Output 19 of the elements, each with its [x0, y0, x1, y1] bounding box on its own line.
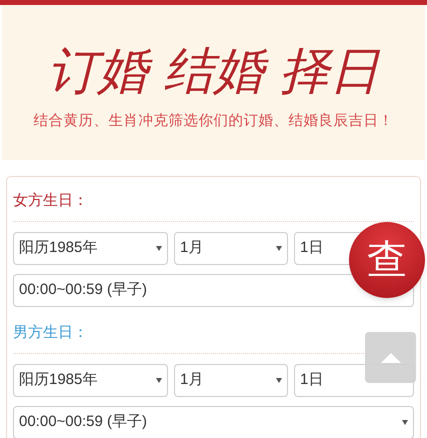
query-button[interactable]: 查: [349, 222, 425, 298]
select-value[interactable]: 1日: [300, 369, 324, 392]
birthday-label: 女方生日：: [13, 191, 89, 211]
caret-icon: [276, 246, 282, 251]
caret-icon: [156, 378, 162, 383]
caret-icon: [276, 378, 282, 383]
birthday-label: 男方生日：: [13, 323, 89, 343]
banner-subtitle: 结合黄历、生肖冲克筛选你们的订婚、结婚良辰吉日！: [34, 112, 394, 131]
select-field[interactable]: 1月: [174, 232, 288, 265]
banner-title: 订婚 结婚 择日: [48, 41, 380, 101]
select-field[interactable]: 阳历1985年: [13, 232, 168, 265]
up-arrow-icon: [380, 352, 400, 362]
select-field[interactable]: 阳历1985年: [13, 364, 168, 397]
select-field[interactable]: 00:00~00:59 (早子): [13, 406, 414, 438]
caret-icon: [156, 246, 162, 251]
select-field[interactable]: 1月: [174, 364, 288, 397]
select-value[interactable]: 1日: [300, 237, 324, 260]
caret-icon: [402, 420, 408, 425]
back-to-top-button[interactable]: [365, 332, 416, 383]
